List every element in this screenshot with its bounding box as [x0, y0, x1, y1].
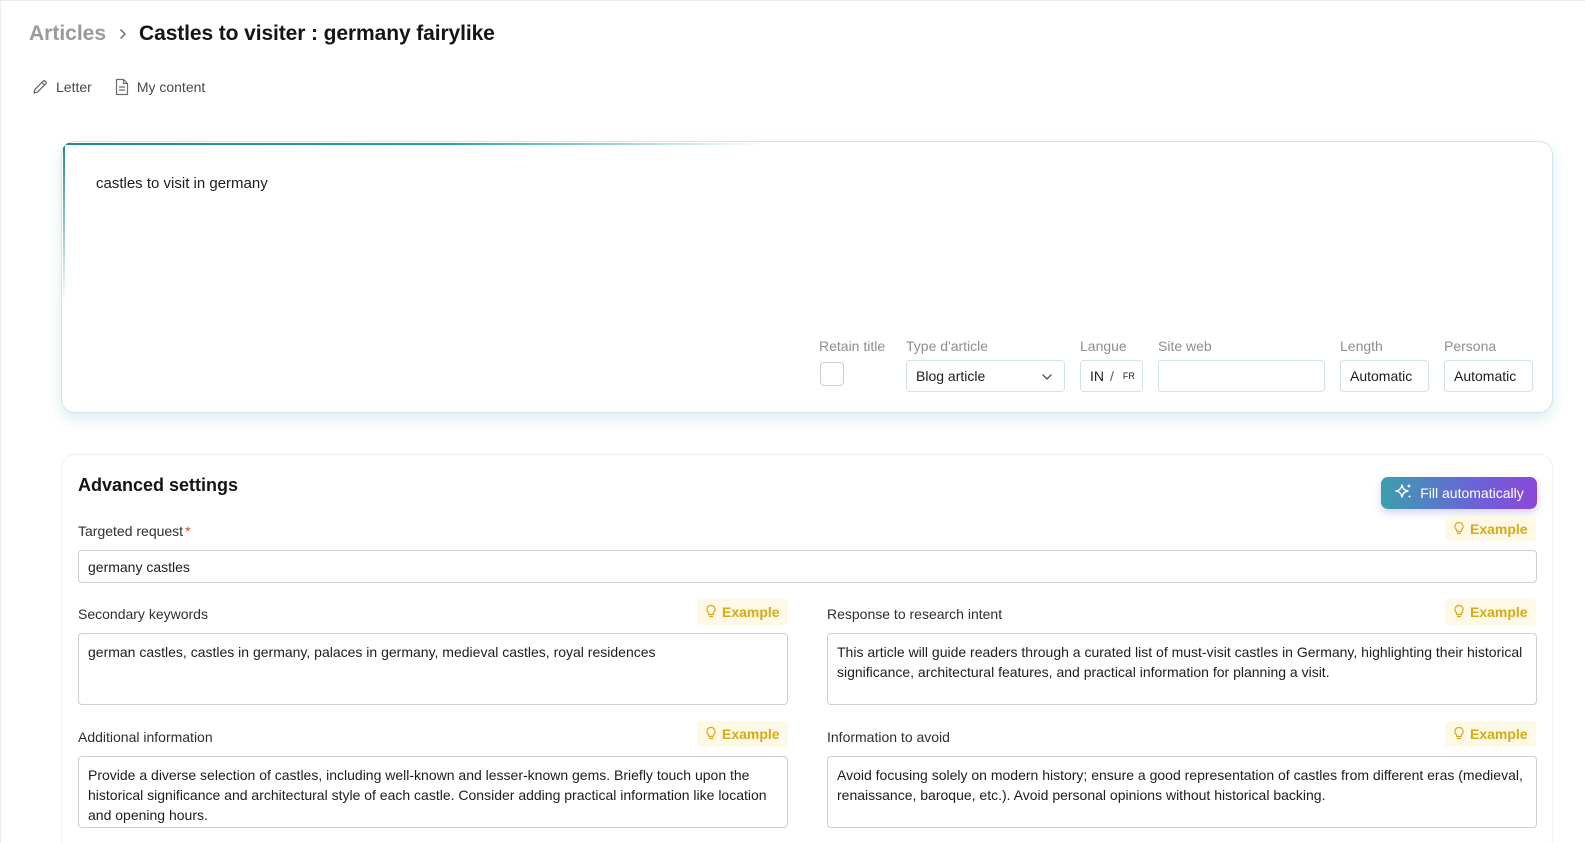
website-label: Site web [1158, 338, 1212, 354]
info-to-avoid-textarea[interactable]: Avoid focusing solely on modern history;… [827, 756, 1537, 828]
letter-tab-label: Letter [56, 79, 92, 95]
article-options-row: Retain title Type d'article Blog article… [62, 338, 1552, 398]
secondary-keywords-example-button[interactable]: Example [697, 599, 788, 625]
article-type-value: Blog article [916, 368, 986, 384]
info-to-avoid-label: Information to avoid [827, 729, 950, 745]
language-toggle[interactable]: IN / FR [1080, 360, 1143, 392]
advanced-settings-title: Advanced settings [78, 475, 239, 495]
additional-info-example-button[interactable]: Example [697, 721, 788, 747]
window-top-edge [0, 0, 1585, 1]
prompt-card: castles to visit in germany Retain title… [61, 141, 1553, 413]
advanced-settings-card: Advanced settings Fill automatically Tar… [61, 454, 1553, 843]
breadcrumb: Articles Castles to visiter : germany fa… [29, 19, 495, 49]
letter-tab[interactable]: Letter [31, 78, 92, 96]
article-type-label: Type d'article [906, 338, 989, 354]
lightbulb-icon [1453, 604, 1465, 621]
example-label: Example [1470, 726, 1528, 742]
info-to-avoid-example-button[interactable]: Example [1445, 721, 1536, 747]
required-mark: * [185, 523, 191, 539]
secondary-keywords-label: Secondary keywords [78, 606, 208, 622]
persona-label: Persona [1444, 338, 1497, 354]
pencil-icon [31, 78, 49, 96]
window-left-edge [0, 0, 1, 843]
my-content-tab[interactable]: My content [114, 78, 205, 96]
lightbulb-icon [705, 604, 717, 621]
language-label: Langue [1080, 338, 1127, 354]
page-title: Castles to visiter : germany fairylike [139, 22, 495, 45]
research-intent-example-button[interactable]: Example [1445, 599, 1536, 625]
retain-title-label: Retain title [819, 338, 886, 354]
language-separator: / [1110, 368, 1114, 384]
targeted-request-input[interactable]: germany castles [78, 550, 1537, 583]
targeted-request-label-text: Targeted request [78, 523, 184, 539]
chevron-right-icon [116, 27, 130, 41]
length-label: Length [1340, 338, 1383, 354]
example-label: Example [722, 726, 780, 742]
additional-info-textarea[interactable]: Provide a diverse selection of castles, … [78, 756, 788, 828]
article-type-select[interactable]: Blog article [906, 360, 1065, 392]
secondary-keywords-textarea[interactable]: german castles, castles in germany, pala… [78, 633, 788, 705]
persona-select[interactable]: Automatic [1444, 360, 1533, 392]
example-label: Example [1470, 604, 1528, 620]
breadcrumb-articles-link[interactable]: Articles [29, 22, 106, 46]
language-option-in[interactable]: IN [1090, 368, 1104, 384]
example-label: Example [1470, 521, 1528, 537]
chevron-down-icon [1041, 370, 1053, 386]
targeted-request-label: Targeted request * [78, 523, 191, 539]
targeted-request-example-button[interactable]: Example [1445, 516, 1536, 542]
lightbulb-icon [1453, 726, 1465, 743]
document-icon [114, 78, 130, 96]
lightbulb-icon [1453, 521, 1465, 538]
additional-info-label: Additional information [78, 729, 213, 745]
website-input[interactable] [1158, 360, 1325, 392]
fill-automatically-label: Fill automatically [1420, 485, 1524, 501]
retain-title-checkbox[interactable] [820, 362, 844, 386]
example-label: Example [722, 604, 780, 620]
research-intent-textarea[interactable]: This article will guide readers through … [827, 633, 1537, 705]
research-intent-label: Response to research intent [827, 606, 1003, 622]
fill-automatically-button[interactable]: Fill automatically [1381, 477, 1537, 509]
sparkles-icon [1394, 482, 1414, 505]
content-toolbar: Letter My content [31, 78, 205, 96]
language-option-fr[interactable]: FR [1123, 371, 1135, 381]
lightbulb-icon [705, 726, 717, 743]
prompt-textarea[interactable]: castles to visit in germany [96, 175, 268, 192]
my-content-tab-label: My content [136, 79, 206, 95]
length-select[interactable]: Automatic [1340, 360, 1429, 392]
